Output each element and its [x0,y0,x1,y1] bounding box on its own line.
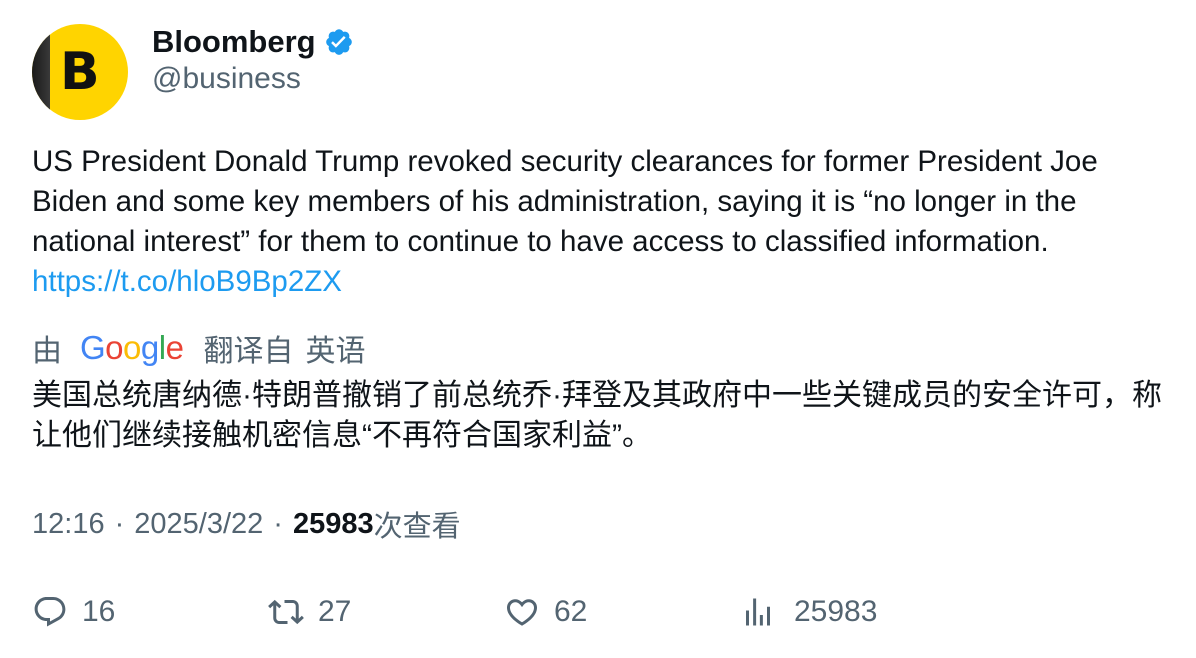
display-name[interactable]: Bloomberg [152,24,316,60]
action-bar: 16 27 62 25983 [32,590,1162,634]
source-language: 英语 [305,335,366,368]
avatar-letter: B [60,42,100,102]
views-count-action: 25983 [794,595,878,628]
retweet-count: 27 [318,595,352,628]
reply-count: 16 [82,595,116,628]
avatar[interactable]: B [32,24,128,120]
reply-button[interactable]: 16 [32,590,115,634]
google-logo: Google [80,329,184,366]
retweet-button[interactable]: 27 [268,590,351,634]
retweet-icon [268,599,304,625]
verified-badge-icon [324,27,354,57]
translated-by-label: 由 [32,335,62,368]
tweet-date[interactable]: 2025/3/22 [134,508,263,541]
tweet-body: US President Donald Trump revoked securi… [32,145,1098,258]
views-button[interactable]: 25983 [740,590,877,634]
meta-separator: · [273,507,283,540]
author-name-row: Bloomberg [152,22,354,62]
author-handle[interactable]: @business [152,62,301,96]
tweet-time[interactable]: 12:16 [32,508,105,541]
translated-text: 美国总统唐纳德·特朗普撤销了前总统乔·拜登及其政府中一些关键成员的安全许可，称让… [32,379,1162,452]
tweet-meta: 12:16 · 2025/3/22 · 25983 次查看 [32,504,461,544]
like-button[interactable]: 62 [504,590,587,634]
views-count: 25983 [292,507,374,540]
reply-icon [34,597,66,627]
translation-attribution: 由 Google 翻译自 英语 [32,328,365,368]
heart-icon [506,599,538,626]
like-count: 62 [554,595,588,628]
views-label: 次查看 [373,511,461,543]
views-chart-icon [746,598,770,626]
translated-from-label: 翻译自 [203,335,294,368]
tweet-text: US President Donald Trump revoked securi… [32,142,1162,302]
meta-separator: · [114,507,125,540]
tweet-link[interactable]: https://t.co/hloB9Bp2ZX [32,265,342,298]
avatar-shade [32,24,50,120]
